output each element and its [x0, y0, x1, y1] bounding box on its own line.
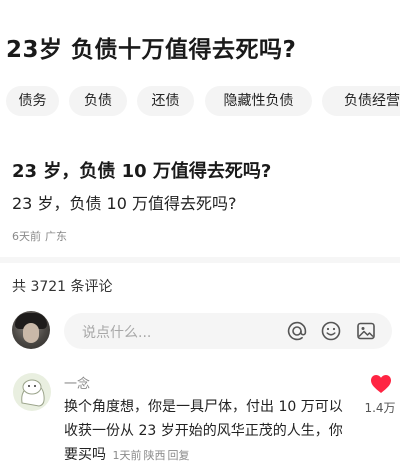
- reply-button[interactable]: 回复: [167, 449, 189, 462]
- tag-chip[interactable]: 负债: [69, 86, 127, 116]
- my-avatar[interactable]: [12, 311, 50, 349]
- like-count: 1.4万: [364, 401, 396, 415]
- tag-list: 债务 负债 还债 隐藏性负债 负债经营: [0, 86, 400, 120]
- question-title: 23 岁，负债 10 万值得去死吗?: [12, 161, 272, 182]
- comment-text: 换个角度想，你是一具尸体，付出 10 万可以收获一份从 23 岁开始的风华正茂的…: [64, 399, 343, 463]
- comment-count: 共 3721 条评论: [12, 279, 113, 295]
- question-body: 23 岁，负债 10 万值得去死吗?: [12, 194, 237, 213]
- comment-location: 陕西: [143, 449, 166, 462]
- emoji-icon[interactable]: [320, 320, 342, 342]
- tag-chip[interactable]: 还债: [137, 86, 194, 116]
- tag-chip[interactable]: 负债经营: [322, 86, 400, 116]
- comment-input[interactable]: 说点什么...: [64, 313, 392, 349]
- at-icon[interactable]: [286, 320, 308, 342]
- tag-chip[interactable]: 债务: [6, 86, 59, 116]
- commenter-avatar[interactable]: [13, 373, 51, 411]
- comment-input-placeholder: 说点什么...: [82, 325, 152, 341]
- comment-username[interactable]: 一念: [64, 373, 90, 392]
- section-divider: [0, 257, 400, 263]
- comment-time: 1天前: [112, 449, 142, 462]
- comment-body: 换个角度想，你是一具尸体，付出 10 万可以收获一份从 23 岁开始的风华正茂的…: [64, 395, 344, 468]
- tag-chip[interactable]: 隐藏性负债: [205, 86, 312, 116]
- like-button[interactable]: [366, 374, 396, 398]
- question-location: 广东: [45, 230, 67, 243]
- heart-icon: [371, 375, 391, 393]
- comment-meta: 1天前 陕西 回复: [110, 449, 189, 462]
- question-meta: 6天前 广东: [12, 228, 67, 244]
- image-icon[interactable]: [355, 320, 377, 342]
- question-time: 6天前: [12, 230, 41, 243]
- post-title: 23岁 负债十万值得去死吗?: [6, 37, 297, 63]
